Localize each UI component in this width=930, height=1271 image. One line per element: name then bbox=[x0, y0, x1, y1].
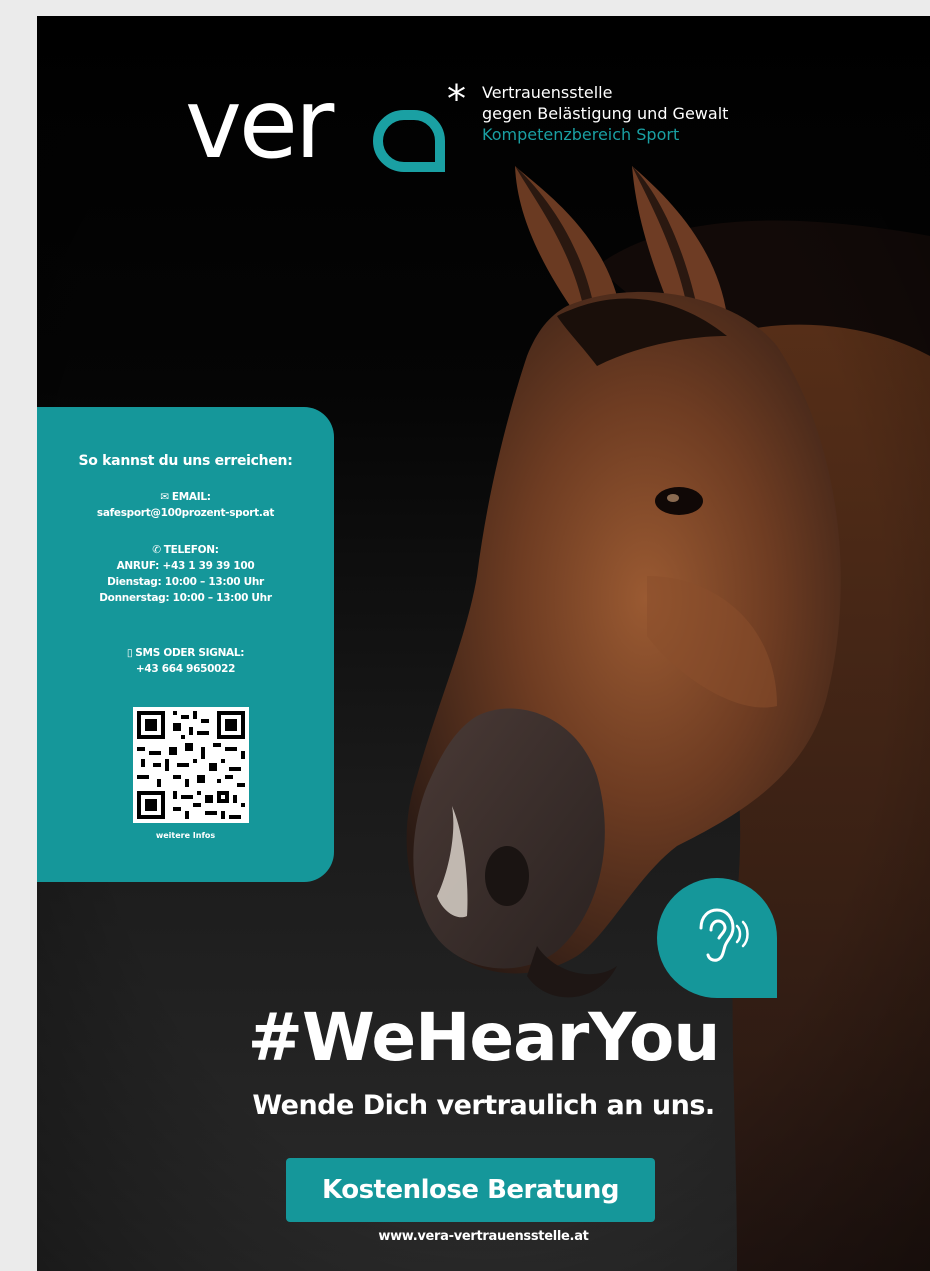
sms-label: SMS ODER SIGNAL: bbox=[135, 647, 245, 659]
phone-icon: ✆ bbox=[152, 544, 161, 556]
tagline-line-3: Kompetenzbereich Sport bbox=[482, 125, 680, 144]
envelope-icon: ✉ bbox=[160, 491, 169, 503]
ear-bubble bbox=[657, 878, 777, 998]
sms-block: ▯ SMS ODER SIGNAL: +43 664 9650022 bbox=[37, 645, 334, 677]
phone-call-link[interactable]: ANRUF: +43 1 39 39 100 bbox=[37, 558, 334, 574]
subline: Wende Dich vertraulich an uns. bbox=[252, 1090, 715, 1121]
email-label: EMAIL: bbox=[171, 491, 211, 503]
free-consultation-button[interactable]: Kostenlose Beratung bbox=[286, 1158, 655, 1222]
logo-wordmark: ver bbox=[185, 68, 334, 180]
phone-hours-2: Donnerstag: 10:00 – 13:00 Uhr bbox=[99, 592, 272, 604]
ear-listening-icon bbox=[699, 908, 749, 962]
email-link[interactable]: safesport@100prozent-sport.at bbox=[37, 505, 334, 521]
tagline-line-2: gegen Belästigung und Gewalt bbox=[482, 104, 729, 123]
contact-title: So kannst du uns erreichen: bbox=[78, 453, 293, 469]
logo-a-shape bbox=[373, 110, 445, 172]
logo-star: * bbox=[447, 77, 466, 121]
website-link[interactable]: www.vera-vertrauensstelle.at bbox=[37, 1229, 930, 1244]
logo-tagline: Vertrauensstelle gegen Belästigung und G… bbox=[482, 82, 782, 145]
contact-panel: So kannst du uns erreichen: ✉ EMAIL: safe… bbox=[37, 407, 334, 882]
email-block: ✉ EMAIL: safesport@100prozent-sport.at bbox=[37, 489, 334, 521]
tagline-line-1: Vertrauensstelle bbox=[482, 83, 613, 102]
sms-number-link[interactable]: +43 664 9650022 bbox=[37, 661, 334, 677]
poster: ver * Vertrauensstelle gegen Belästigung… bbox=[37, 16, 930, 1271]
qr-code[interactable] bbox=[133, 707, 249, 823]
phone-hours-1: Dienstag: 10:00 – 13:00 Uhr bbox=[107, 576, 264, 588]
qr-caption: weitere Infos bbox=[155, 831, 216, 840]
phone-block: ✆ TELEFON: ANRUF: +43 1 39 39 100 Diensta… bbox=[37, 542, 334, 606]
mobile-icon: ▯ bbox=[126, 647, 133, 659]
hashtag-headline: #WeHearYou bbox=[247, 999, 721, 1076]
phone-label: TELEFON: bbox=[163, 544, 219, 556]
